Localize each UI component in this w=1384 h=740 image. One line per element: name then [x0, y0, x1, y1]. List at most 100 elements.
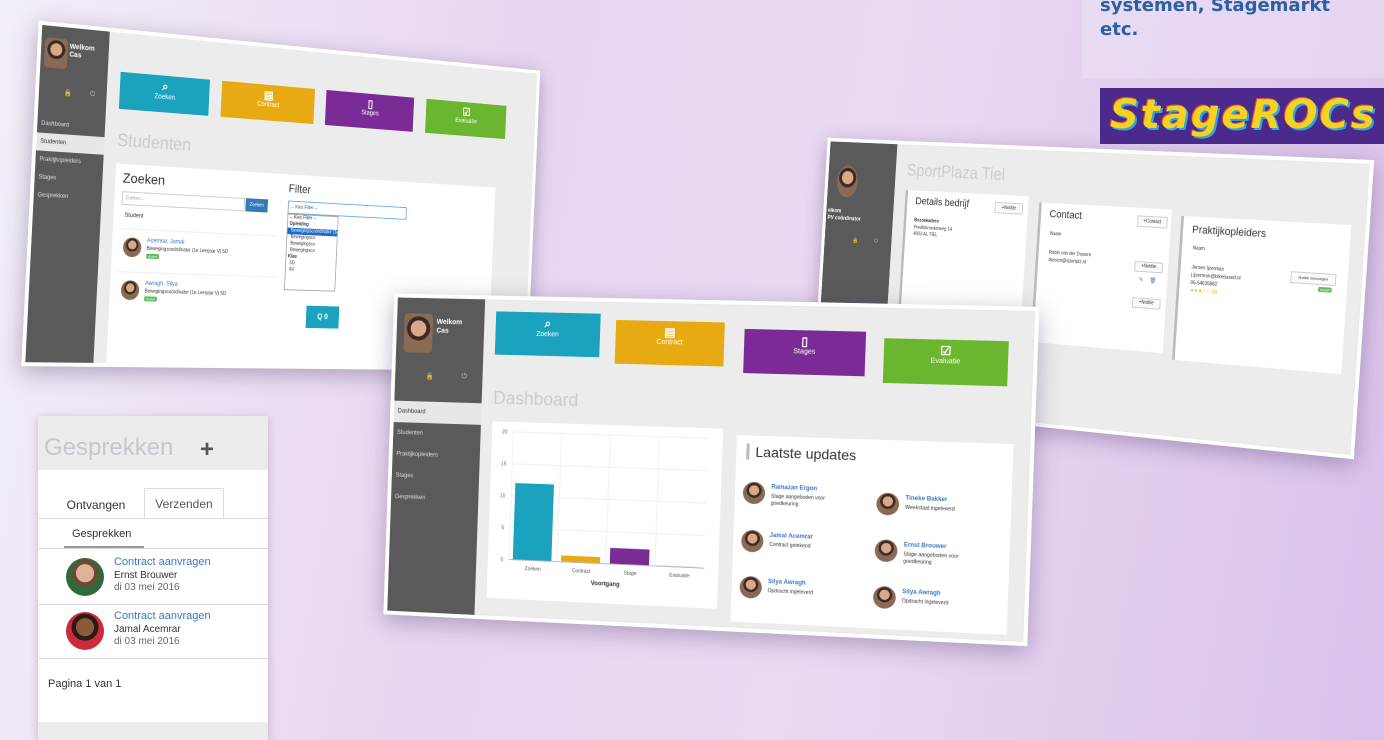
talks-footer: [38, 722, 268, 740]
details-heading: Details bedrijf: [915, 195, 970, 210]
search-icon: ⌕: [544, 316, 552, 331]
subtab-talks[interactable]: Gesprekken: [72, 528, 131, 540]
contact-heading: Contact: [1049, 208, 1083, 222]
column-student: Student: [124, 212, 144, 220]
list-item[interactable]: Contract aanvragen Ernst Brouwer di 03 m…: [38, 550, 268, 605]
add-note-button[interactable]: Notitie toevoegen: [1290, 271, 1337, 287]
add-note-button[interactable]: +Notitie: [1131, 297, 1161, 310]
welcome-text: elkom PV coördinator: [827, 208, 861, 223]
welcome-text: Welkom Cas: [69, 43, 95, 60]
table-row[interactable]: Awragh, Silya Bewegingscoördinator (1e L…: [116, 271, 277, 316]
tile-stages[interactable]: ▯ Stages: [743, 328, 867, 377]
y-tick-label: 10: [500, 493, 506, 499]
trainers-heading: Praktijkopleiders: [1191, 224, 1267, 241]
list-item[interactable]: Ramazan Ergon Stage aangeboden voor goed…: [742, 481, 865, 523]
status-badge: Actief: [146, 253, 160, 260]
search-input[interactable]: Zoeken...: [121, 191, 246, 212]
trainers-panel: Praktijkopleiders Naam Jeroen Ijzerman j…: [1171, 215, 1352, 375]
tile-search[interactable]: ⌕ Zoeken: [118, 71, 211, 116]
add-note-button[interactable]: +Notitie: [994, 201, 1024, 215]
tile-contract[interactable]: ▤ Contract: [220, 80, 316, 125]
stagerocs-logo: StageROCs: [1100, 88, 1384, 144]
power-icon[interactable]: ⏻: [90, 91, 95, 99]
trainer-name: Jeroen Ijzerman: [1191, 264, 1225, 273]
address-label: Bezoekadres: [914, 217, 940, 225]
chart-panel: 20 15 10 5 0 Zoeken Contract Stage Evaluatie Voor…: [486, 421, 724, 609]
phone-icon: ▯: [801, 334, 809, 349]
contact-email[interactable]: dussen@sportplz.nl: [1048, 257, 1086, 265]
grid-line: [512, 464, 708, 471]
add-contact-button[interactable]: +Contact: [1137, 215, 1168, 229]
search-button-secondary[interactable]: Q 0: [305, 305, 340, 329]
x-tick-label: Contract: [572, 568, 591, 575]
add-note-button[interactable]: +Notitie: [1134, 261, 1164, 274]
bar: [609, 547, 650, 566]
avatar: [403, 313, 434, 353]
table-row[interactable]: Acemrar, Jamal Bewegingscoördinator (1e …: [118, 228, 279, 274]
progress-chart: 20 15 10 5 0 Zoeken Contract Stage Evaluatie Voor…: [500, 429, 723, 588]
tile-stages[interactable]: ▯ Stages: [324, 89, 415, 132]
page-title: Studenten: [116, 130, 192, 155]
power-icon[interactable]: ⏻: [461, 373, 467, 381]
delete-icon[interactable]: 🗑: [1149, 277, 1156, 284]
trainer-rating: ★★★☆☆ (4): [1189, 287, 1218, 296]
x-tick-label: Zoeken: [525, 566, 542, 573]
lock-icon[interactable]: 🔒: [852, 237, 858, 244]
column-name: Naam: [1192, 245, 1205, 252]
check-icon: ☑: [939, 343, 952, 359]
search-button[interactable]: Zoeken: [245, 198, 269, 213]
contact-panel: Contact +Contact Naam Robin van der Duss…: [1030, 202, 1172, 354]
bar: [512, 483, 554, 562]
avatar: [122, 237, 142, 258]
tab-received[interactable]: Ontvangen: [60, 492, 132, 518]
avatar: [120, 280, 140, 301]
tile-evaluation[interactable]: ☑ Evaluatie: [425, 98, 507, 140]
tagline-panel: systemen, Stagemarkt etc.: [1082, 0, 1384, 78]
talks-screenshot: Gesprekken + Ontvangen Verzenden Gesprek…: [38, 416, 268, 740]
avatar: [66, 612, 104, 650]
tile-contract[interactable]: ▤ Contract: [614, 319, 725, 367]
list-item[interactable]: Tineke Bakker Weekstaat ingeleverd: [876, 492, 1002, 534]
nav-talks[interactable]: Gesprekken: [391, 486, 479, 511]
filter-dropdown[interactable]: -- Kies Filter -- Opleiding Bewegingscoö…: [283, 213, 339, 292]
filter-heading: Filter: [288, 181, 312, 197]
tab-sent[interactable]: Verzenden: [144, 488, 224, 519]
list-divider: [38, 548, 268, 549]
nav-dashboard[interactable]: Dashboard: [393, 400, 482, 425]
page-title: SportPlaza Tiel: [906, 160, 1006, 184]
nav-students[interactable]: Studenten: [393, 422, 481, 446]
avatar: [836, 164, 859, 199]
tile-evaluation[interactable]: ☑ Evaluatie: [882, 338, 1009, 387]
y-tick-label: 5: [501, 525, 504, 531]
list-item[interactable]: Silya Awragh Opdracht ingeleverd: [739, 575, 862, 618]
status-badge: Actief: [1318, 286, 1332, 293]
column-name: Naam: [1049, 231, 1062, 238]
list-item[interactable]: Jamal Acemrar Contract getekend: [740, 529, 863, 571]
address-line: 4003 AL TIEL: [913, 231, 938, 239]
list-item[interactable]: Contract aanvragen Jamal Acemrar di 03 m…: [38, 604, 268, 659]
list-item[interactable]: Silya Awragh Opdracht ingeleverd: [872, 585, 997, 628]
tile-search[interactable]: ⌕ Zoeken: [494, 311, 601, 358]
lock-icon[interactable]: 🔒: [63, 89, 72, 98]
list-item[interactable]: Ernst Brouwer Stage aangeboden voor goed…: [874, 539, 1000, 581]
talks-header: Gesprekken +: [38, 416, 268, 470]
page-title: Dashboard: [492, 387, 579, 411]
add-talk-button[interactable]: +: [200, 436, 214, 464]
nav-trainers[interactable]: Praktijkopleiders: [392, 443, 480, 468]
avatar: [872, 585, 897, 610]
sidebar: Welkom Cas 🔒 ⏻ Dashboard Studenten Prakti…: [387, 297, 486, 615]
power-icon[interactable]: ⏻: [874, 239, 878, 246]
trainer-phone: 06-54635882: [1190, 280, 1218, 288]
grid-line: [513, 432, 709, 438]
avatar: [740, 529, 764, 553]
lock-icon[interactable]: 🔒: [425, 372, 434, 380]
avatar: [874, 539, 898, 563]
avatar: [44, 37, 69, 70]
tagline-text: systemen, Stagemarkt etc.: [1100, 0, 1331, 40]
y-tick-label: 15: [501, 461, 507, 467]
x-tick-label: Stage: [623, 571, 636, 578]
edit-icon[interactable]: ✎: [1139, 277, 1144, 284]
page-title: Gesprekken: [44, 434, 174, 461]
nav-talks[interactable]: Gesprekken: [33, 186, 102, 207]
search-heading: Zoeken: [122, 169, 166, 188]
